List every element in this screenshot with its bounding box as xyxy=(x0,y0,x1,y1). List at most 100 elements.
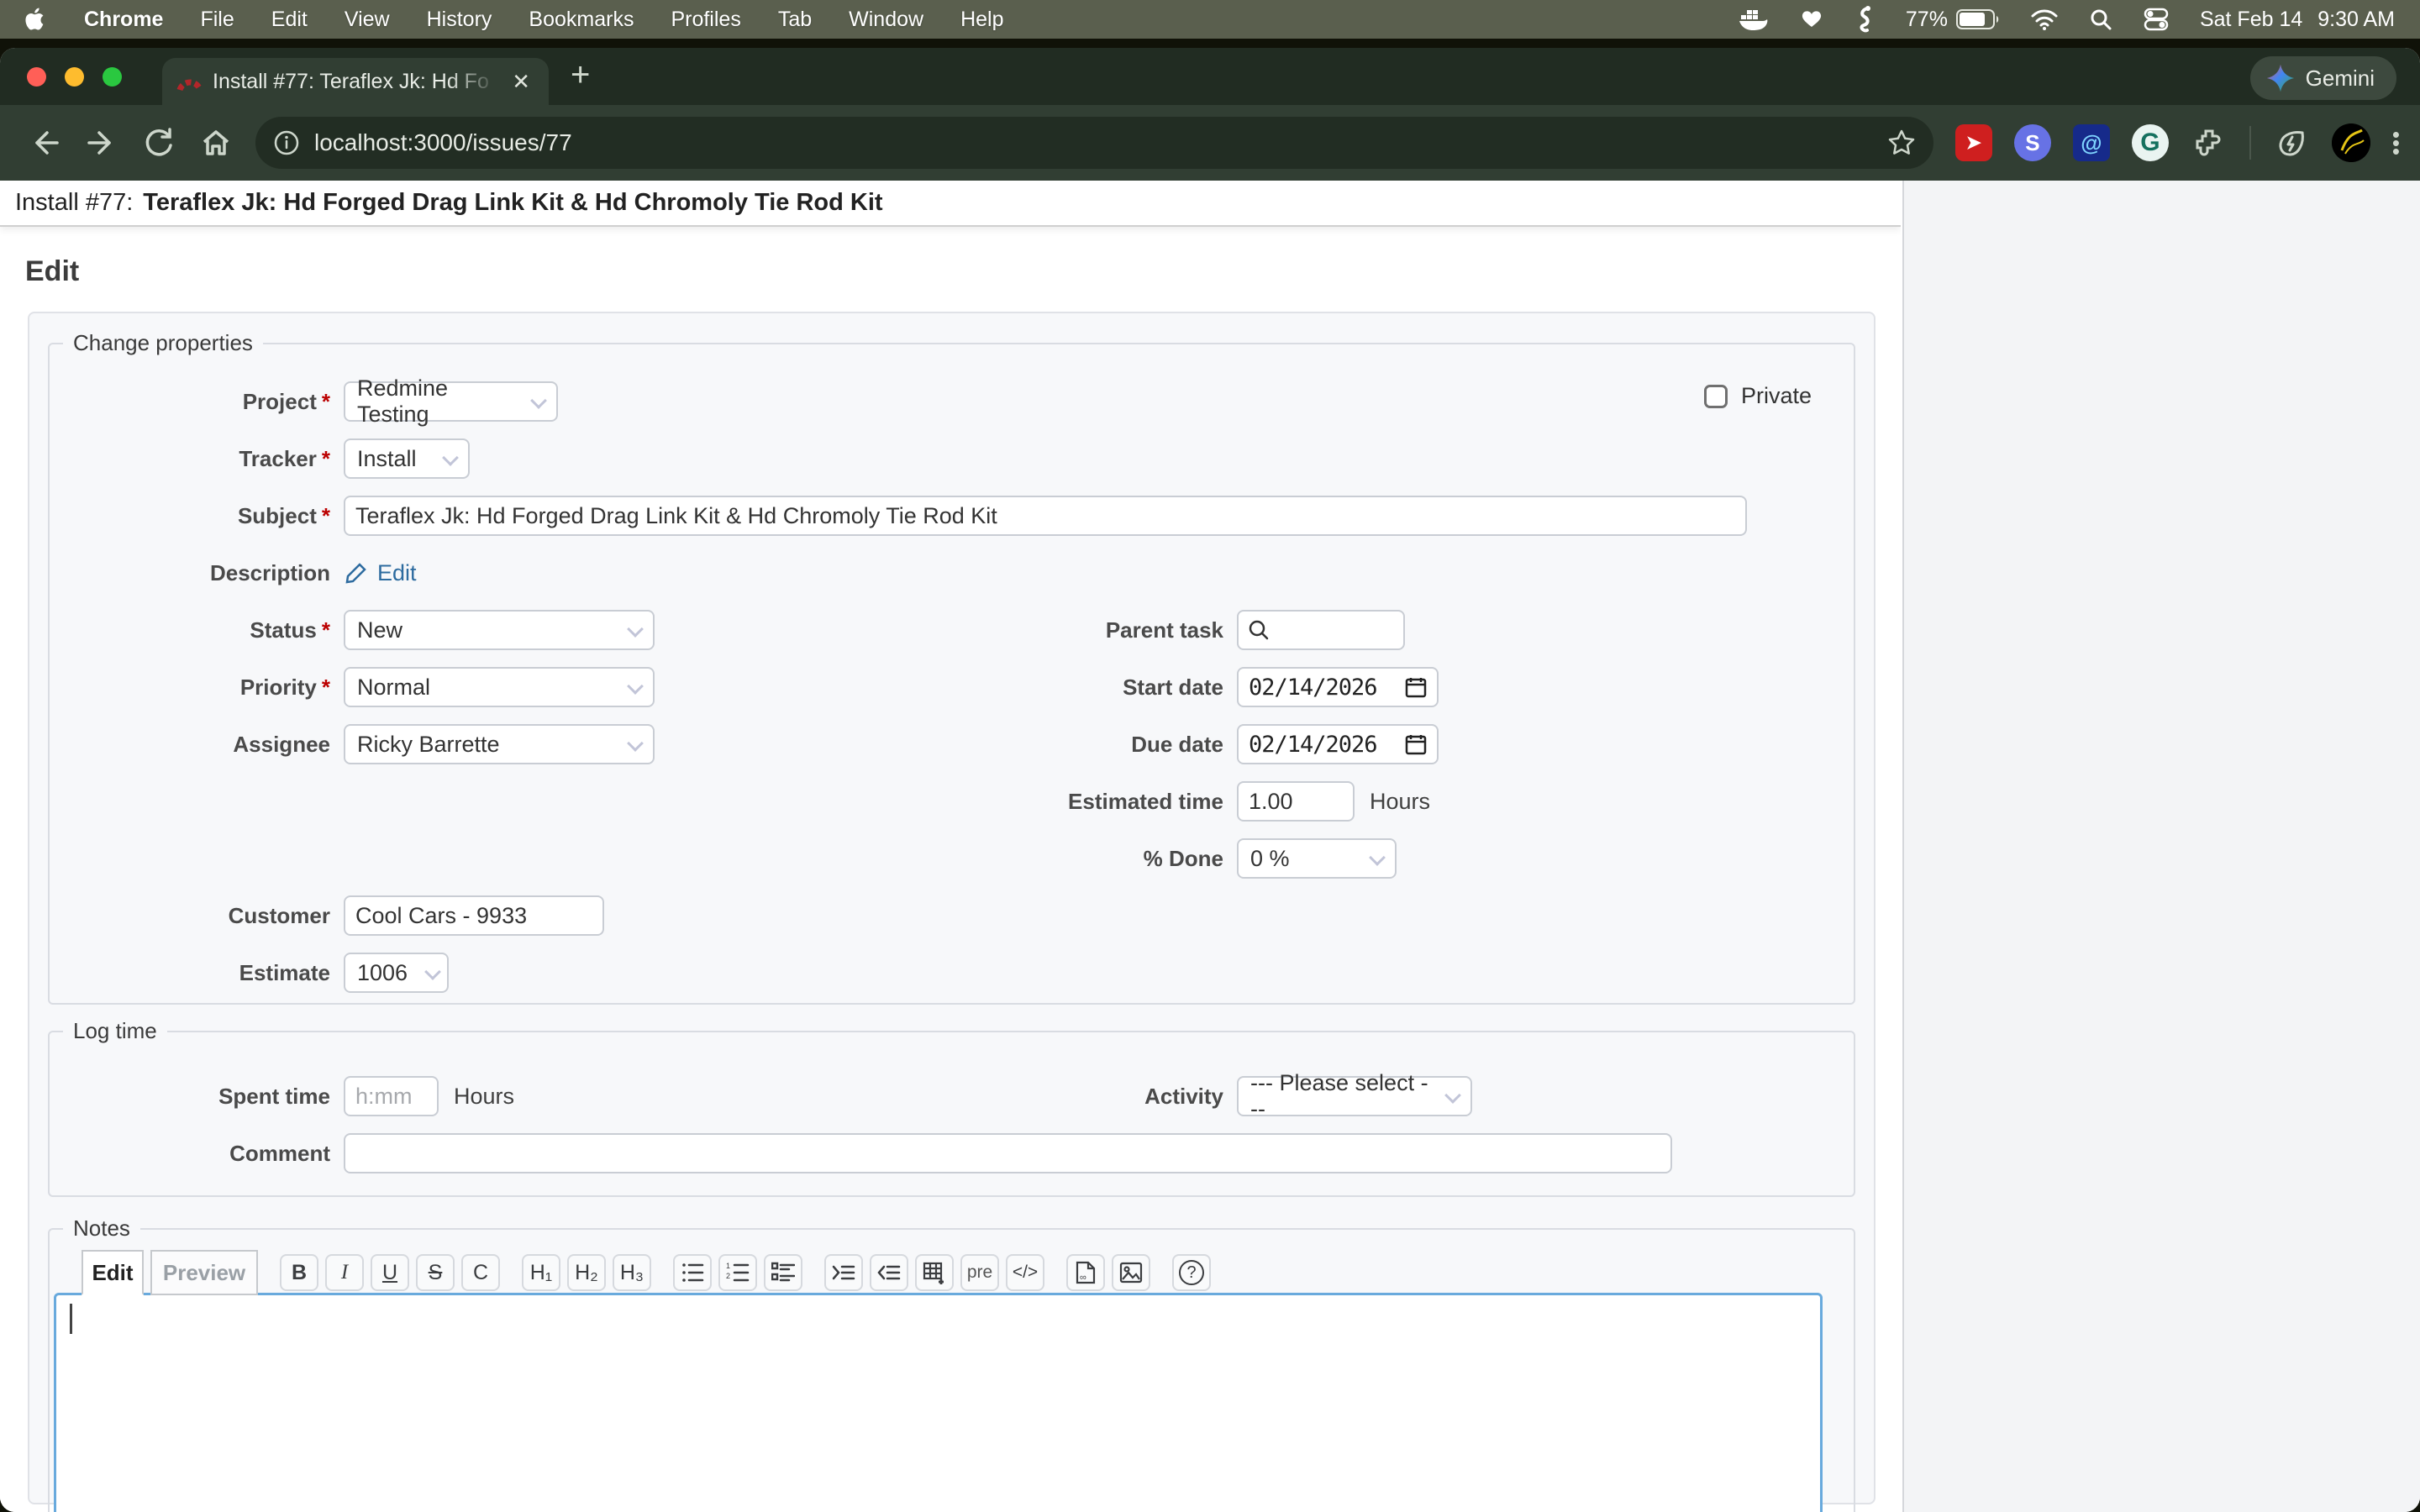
status-label: Status* xyxy=(50,617,344,643)
apple-menu-icon[interactable] xyxy=(25,7,47,32)
home-button[interactable] xyxy=(192,118,240,167)
insert-table-button[interactable] xyxy=(915,1254,954,1291)
extensions-puzzle-icon[interactable] xyxy=(2191,124,2228,161)
activity-select[interactable]: --- Please select --- xyxy=(1237,1076,1472,1116)
heart-hands-menu-icon[interactable] xyxy=(1798,7,1825,32)
wifi-icon[interactable] xyxy=(2030,8,2059,30)
blockquote-button[interactable] xyxy=(824,1254,863,1291)
chrome-menu-kebab-icon[interactable]: ••• xyxy=(2392,130,2400,155)
forward-button[interactable] xyxy=(77,118,126,167)
profile-avatar[interactable] xyxy=(2332,123,2370,162)
gemini-button[interactable]: Gemini xyxy=(2250,56,2396,100)
notes-textarea[interactable] xyxy=(54,1293,1823,1512)
estimate-select[interactable]: 1006 xyxy=(344,953,449,993)
tab-preview[interactable]: Preview xyxy=(150,1250,258,1295)
site-info-icon[interactable] xyxy=(272,129,301,157)
assignee-select[interactable]: Ricky Barrette xyxy=(344,724,655,764)
start-date-input[interactable]: 02/14/2026 xyxy=(1237,667,1439,707)
battery-indicator[interactable]: 77% xyxy=(1906,8,2000,32)
minimize-window-button[interactable] xyxy=(65,67,84,87)
code-block-button[interactable]: </> xyxy=(1006,1254,1044,1291)
extension-grammarly-icon[interactable]: G xyxy=(2132,124,2169,161)
unquote-button[interactable] xyxy=(870,1254,908,1291)
extension-red-arrow-icon[interactable]: ➤ xyxy=(1955,124,1992,161)
extension-stripe-icon[interactable]: S xyxy=(2014,124,2051,161)
control-center-icon[interactable] xyxy=(2143,8,2170,31)
activity-label: Activity xyxy=(1024,1084,1237,1110)
unordered-list-button[interactable] xyxy=(673,1254,712,1291)
help-button[interactable]: ? xyxy=(1172,1254,1211,1291)
calendar-icon[interactable] xyxy=(1405,676,1427,698)
browser-tab[interactable]: Install #77: Teraflex Jk: Hd Fo ✕ xyxy=(162,58,549,105)
bookmark-star-icon[interactable] xyxy=(1886,128,1917,158)
back-button[interactable] xyxy=(20,118,69,167)
redmine-favicon xyxy=(176,69,204,94)
wiki-link-button[interactable]: ∞ xyxy=(1066,1254,1105,1291)
spent-time-unit: Hours xyxy=(454,1084,514,1110)
done-ratio-select[interactable]: 0 % xyxy=(1237,838,1397,879)
zoom-window-button[interactable] xyxy=(103,67,122,87)
seahorse-menu-icon[interactable] xyxy=(1855,5,1876,34)
chevron-down-icon xyxy=(442,449,459,466)
menubar-item-edit[interactable]: Edit xyxy=(271,8,308,32)
tracker-label: Tracker* xyxy=(50,446,344,472)
edit-form: Change properties Private Project* Redmi… xyxy=(28,312,1876,1504)
status-select[interactable]: New xyxy=(344,610,655,650)
close-window-button[interactable] xyxy=(27,67,46,87)
menubar-item-profiles[interactable]: Profiles xyxy=(671,8,740,32)
preformatted-button[interactable]: pre xyxy=(960,1254,999,1291)
private-checkbox[interactable] xyxy=(1704,385,1728,408)
tab-close-icon[interactable]: ✕ xyxy=(507,69,535,95)
menubar-item-window[interactable]: Window xyxy=(849,8,923,32)
comment-input[interactable] xyxy=(344,1133,1672,1173)
change-properties-fieldset: Change properties Private Project* Redmi… xyxy=(48,330,1855,1005)
estimated-time-input[interactable] xyxy=(1237,781,1355,822)
project-row: Project* Redmine Testing xyxy=(50,381,1854,422)
spotlight-search-icon[interactable] xyxy=(2089,8,2112,31)
reload-button[interactable] xyxy=(134,118,183,167)
extension-password-manager-icon[interactable]: @ xyxy=(2073,124,2110,161)
menubar-item-help[interactable]: Help xyxy=(960,8,1003,32)
task-list-button[interactable] xyxy=(764,1254,802,1291)
underline-button[interactable]: U xyxy=(371,1254,409,1291)
menubar-clock[interactable]: Sat Feb 14 9:30 AM xyxy=(2200,8,2395,32)
customer-input[interactable] xyxy=(344,895,604,936)
tracker-select[interactable]: Install xyxy=(344,438,470,479)
menubar-item-chrome[interactable]: Chrome xyxy=(84,8,163,32)
spent-time-input[interactable] xyxy=(344,1076,439,1116)
done-ratio-label: % Done xyxy=(1024,846,1237,872)
menubar-item-history[interactable]: History xyxy=(427,8,492,32)
assignee-due-row: Assignee Ricky Barrette Due date 02/14/2… xyxy=(50,724,1854,764)
inline-code-button[interactable]: C xyxy=(461,1254,500,1291)
toolbar-divider xyxy=(2249,126,2251,160)
side-panel xyxy=(1902,181,2420,1512)
priority-label: Priority* xyxy=(50,675,344,701)
bold-button[interactable]: B xyxy=(280,1254,318,1291)
heading1-button[interactable]: H₁ xyxy=(522,1254,560,1291)
calendar-icon[interactable] xyxy=(1405,733,1427,755)
strikethrough-button[interactable]: S xyxy=(416,1254,455,1291)
subject-input[interactable] xyxy=(344,496,1747,536)
project-select[interactable]: Redmine Testing xyxy=(344,381,558,422)
due-date-input[interactable]: 02/14/2026 xyxy=(1237,724,1439,764)
docker-menu-icon[interactable] xyxy=(1738,7,1768,32)
tracker-row: Tracker* Install xyxy=(50,438,1854,479)
tab-edit[interactable]: Edit xyxy=(82,1250,144,1295)
address-bar[interactable]: localhost:3000/issues/77 xyxy=(255,117,1933,169)
insert-image-button[interactable] xyxy=(1112,1254,1150,1291)
menubar-item-bookmarks[interactable]: Bookmarks xyxy=(529,8,634,32)
notes-editor-tabs: Edit Preview B I U S C H₁ H₂ H₃ xyxy=(82,1250,1854,1295)
italic-button[interactable]: I xyxy=(325,1254,364,1291)
done-ratio-row: % Done 0 % xyxy=(50,838,1854,879)
new-tab-button[interactable]: + xyxy=(571,56,590,94)
ordered-list-button[interactable]: 12 xyxy=(718,1254,757,1291)
energy-saver-icon[interactable] xyxy=(2273,124,2310,161)
description-edit-link[interactable]: Edit xyxy=(344,560,417,586)
parent-task-input[interactable] xyxy=(1237,610,1405,650)
menubar-item-tab[interactable]: Tab xyxy=(778,8,812,32)
heading2-button[interactable]: H₂ xyxy=(567,1254,606,1291)
priority-select[interactable]: Normal xyxy=(344,667,655,707)
menubar-item-view[interactable]: View xyxy=(345,8,390,32)
heading3-button[interactable]: H₃ xyxy=(613,1254,651,1291)
menubar-item-file[interactable]: File xyxy=(200,8,234,32)
